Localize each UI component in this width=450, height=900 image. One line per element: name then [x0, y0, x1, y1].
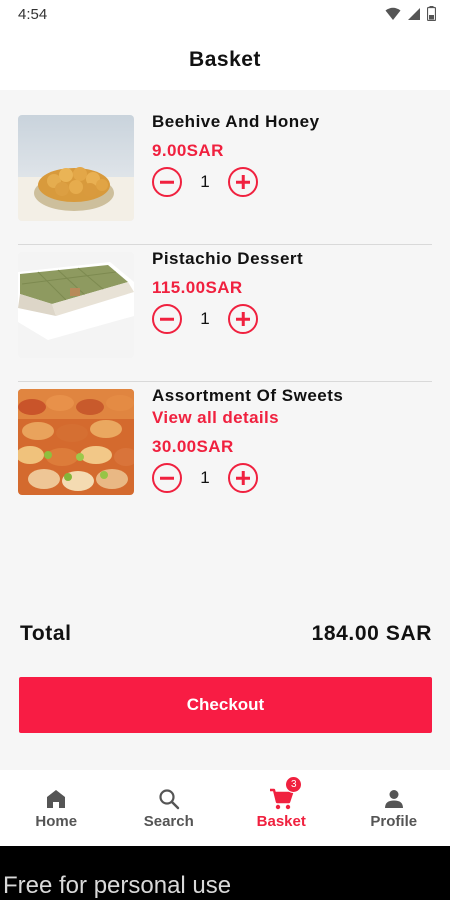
- home-icon: [43, 786, 69, 812]
- quantity-stepper: 1: [152, 304, 432, 334]
- nav-label: Basket: [256, 813, 306, 830]
- signal-icon: [408, 7, 420, 20]
- total-value: 184.00 SAR: [311, 622, 432, 645]
- nav-search[interactable]: Search: [113, 770, 226, 846]
- status-bar: 4:54: [0, 0, 450, 30]
- quantity-value: 1: [200, 309, 210, 328]
- increase-button[interactable]: [228, 463, 258, 493]
- nav-basket[interactable]: 3 Basket: [225, 770, 338, 846]
- view-details-link[interactable]: View all details: [152, 407, 432, 429]
- basket-item: Beehive And Honey 9.00SAR 1: [18, 108, 432, 245]
- cart-icon: 3: [268, 776, 303, 812]
- basket-item: Assortment Of Sweets View all details 30…: [18, 382, 432, 519]
- battery-icon: [427, 6, 436, 21]
- total-row: Total 184.00 SAR: [20, 622, 432, 646]
- item-price: 115.00SAR: [152, 278, 243, 297]
- quantity-stepper: 1: [152, 167, 432, 197]
- item-price: 9.00SAR: [152, 141, 224, 160]
- bottom-nav: Home Search 3 Basket Profile: [0, 770, 450, 846]
- cart-badge: 3: [285, 776, 303, 793]
- pistachio-dessert-image[interactable]: [18, 252, 134, 358]
- decrease-button[interactable]: [152, 463, 182, 493]
- item-info: Assortment Of Sweets View all details 30…: [152, 385, 432, 493]
- quantity-stepper: 1: [152, 463, 432, 493]
- item-title: Beehive And Honey: [152, 112, 320, 131]
- basket-item: Pistachio Dessert 115.00SAR 1: [18, 245, 432, 382]
- sweets-assortment-image[interactable]: [18, 389, 134, 495]
- item-info: Beehive And Honey 9.00SAR 1: [152, 111, 432, 197]
- nav-home[interactable]: Home: [0, 770, 113, 846]
- honey-bread-image[interactable]: [18, 115, 134, 221]
- increase-button[interactable]: [228, 304, 258, 334]
- page-title: Basket: [189, 48, 261, 71]
- quantity-value: 1: [200, 468, 210, 487]
- total-label: Total: [20, 622, 72, 645]
- status-icons: [385, 6, 436, 21]
- nav-label: Search: [143, 813, 194, 830]
- watermark-text: Free for personal use: [3, 872, 232, 899]
- decrease-button[interactable]: [152, 167, 182, 197]
- person-icon: [381, 786, 407, 812]
- basket-list: Beehive And Honey 9.00SAR 1 Pistachio De…: [18, 108, 432, 519]
- search-icon: [156, 786, 182, 812]
- checkout-button[interactable]: Checkout: [19, 677, 432, 733]
- nav-profile[interactable]: Profile: [338, 770, 450, 846]
- decrease-button[interactable]: [152, 304, 182, 334]
- item-title: Pistachio Dessert: [152, 249, 304, 268]
- increase-button[interactable]: [228, 167, 258, 197]
- wifi-icon: [385, 7, 401, 20]
- item-title: Assortment Of Sweets: [152, 386, 344, 405]
- nav-label: Home: [35, 813, 78, 830]
- watermark-bar: Free for personal use: [0, 846, 450, 900]
- quantity-value: 1: [200, 172, 210, 191]
- item-info: Pistachio Dessert 115.00SAR 1: [152, 248, 432, 334]
- nav-label: Profile: [370, 813, 418, 830]
- app-header: Basket: [0, 30, 450, 90]
- item-price: 30.00SAR: [152, 437, 234, 456]
- status-time: 4:54: [18, 6, 48, 23]
